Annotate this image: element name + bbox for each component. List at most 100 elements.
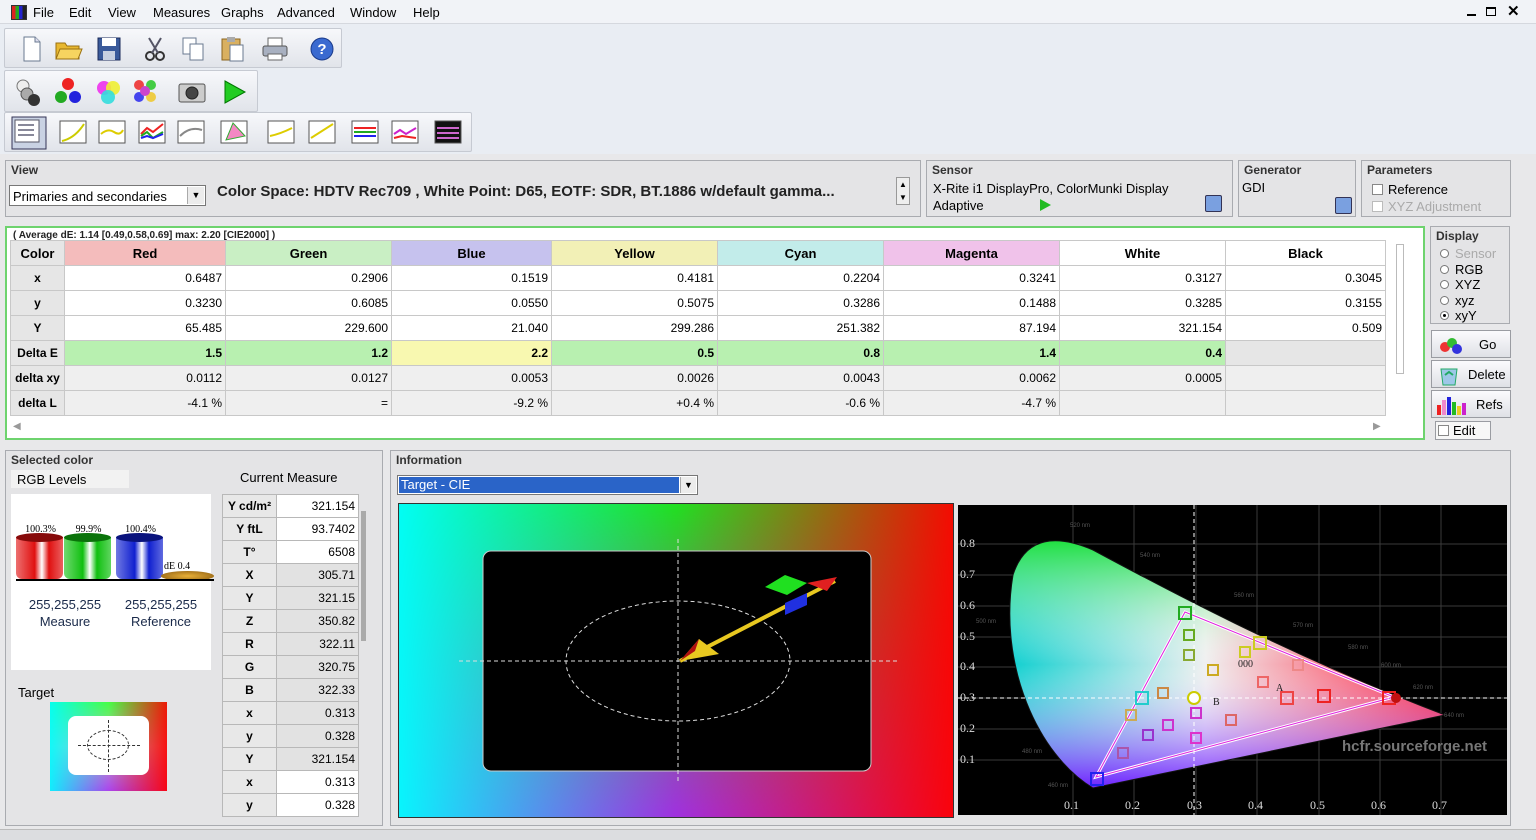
scroll-right-icon[interactable]: ▶ bbox=[1373, 421, 1381, 432]
grayscale-measure-icon[interactable] bbox=[12, 75, 44, 107]
generator-config-icon[interactable] bbox=[1335, 197, 1352, 214]
display-option-xyy[interactable]: xyY bbox=[1440, 308, 1477, 323]
graph-cie-icon[interactable] bbox=[218, 116, 250, 148]
menu-advanced[interactable]: Advanced bbox=[277, 5, 335, 20]
measure-cell[interactable]: 321.154 bbox=[1059, 315, 1226, 341]
measure-cell[interactable]: -4.7 % bbox=[883, 390, 1060, 416]
column-header[interactable]: White bbox=[1059, 240, 1226, 266]
measure-cell[interactable]: 1.5 bbox=[64, 340, 226, 366]
measure-cell[interactable]: 0.3155 bbox=[1225, 290, 1386, 316]
measure-cell[interactable]: 0.3127 bbox=[1059, 265, 1226, 291]
measure-cell[interactable]: -9.2 % bbox=[391, 390, 552, 416]
measure-cell[interactable]: 0.2906 bbox=[225, 265, 392, 291]
graph-saturation-icon[interactable] bbox=[306, 116, 338, 148]
new-file-icon[interactable] bbox=[15, 33, 47, 65]
refs-button[interactable]: Refs bbox=[1431, 390, 1511, 418]
print-icon[interactable] bbox=[259, 33, 291, 65]
measure-cell[interactable]: 0.1488 bbox=[883, 290, 1060, 316]
radio-button[interactable] bbox=[1440, 264, 1449, 274]
view-dropdown[interactable]: Primaries and secondaries ▼ bbox=[9, 185, 206, 206]
menu-help[interactable]: Help bbox=[413, 5, 440, 20]
information-dropdown[interactable]: Target - CIE ▼ bbox=[397, 475, 698, 495]
measure-cell[interactable]: 0.3045 bbox=[1225, 265, 1386, 291]
edit-button[interactable]: Edit bbox=[1435, 421, 1491, 440]
sensor-config-icon[interactable] bbox=[1205, 195, 1222, 212]
measure-cell[interactable]: 87.194 bbox=[883, 315, 1060, 341]
measure-cell[interactable]: 299.286 bbox=[551, 315, 718, 341]
measure-cell[interactable]: 0.0127 bbox=[225, 365, 392, 391]
measure-cell[interactable]: 1.4 bbox=[883, 340, 1060, 366]
column-header[interactable]: Green bbox=[225, 240, 392, 266]
measure-cell[interactable]: 0.4181 bbox=[551, 265, 718, 291]
restore-icon[interactable] bbox=[1486, 7, 1496, 16]
info-spin-buttons[interactable]: ▲ ▼ bbox=[896, 177, 910, 205]
copy-icon[interactable] bbox=[177, 33, 209, 65]
chevron-down-icon[interactable]: ▼ bbox=[187, 187, 204, 204]
display-option-rgb[interactable]: RGB bbox=[1440, 262, 1483, 277]
play-icon[interactable] bbox=[1040, 199, 1051, 211]
measure-cell[interactable] bbox=[1225, 340, 1386, 366]
measure-cell[interactable]: 0.2204 bbox=[717, 265, 884, 291]
paste-icon[interactable] bbox=[216, 33, 248, 65]
measure-cell[interactable]: +0.4 % bbox=[551, 390, 718, 416]
primaries-measure-icon[interactable] bbox=[51, 75, 83, 107]
graph-measures-icon[interactable] bbox=[432, 116, 464, 148]
graph-sat-rgb-icon[interactable] bbox=[349, 116, 381, 148]
measure-cell[interactable]: 0.1519 bbox=[391, 265, 552, 291]
xyz-adjustment-checkbox[interactable]: XYZ Adjustment bbox=[1372, 199, 1481, 214]
measure-cell[interactable]: 65.485 bbox=[64, 315, 226, 341]
measure-cell[interactable]: 0.0043 bbox=[717, 365, 884, 391]
measure-cell[interactable]: 0.4 bbox=[1059, 340, 1226, 366]
menu-view[interactable]: View bbox=[108, 5, 136, 20]
cut-icon[interactable] bbox=[139, 33, 171, 65]
menu-edit[interactable]: Edit bbox=[69, 5, 91, 20]
menu-graphs[interactable]: Graphs bbox=[221, 5, 264, 20]
measure-cell[interactable]: 0.3230 bbox=[64, 290, 226, 316]
measure-cell[interactable]: 0.0005 bbox=[1059, 365, 1226, 391]
measure-cell[interactable]: 0.0062 bbox=[883, 365, 1060, 391]
menu-measures[interactable]: Measures bbox=[153, 5, 210, 20]
radio-button[interactable] bbox=[1440, 295, 1449, 305]
delete-button[interactable]: Delete bbox=[1431, 360, 1511, 388]
measure-cell[interactable]: 0.6487 bbox=[64, 265, 226, 291]
measure-cell[interactable]: 0.5075 bbox=[551, 290, 718, 316]
measure-cell[interactable]: 251.382 bbox=[717, 315, 884, 341]
menu-window[interactable]: Window bbox=[350, 5, 396, 20]
measure-cell[interactable]: 0.5 bbox=[551, 340, 718, 366]
graph-sat-shift-icon[interactable] bbox=[389, 116, 421, 148]
column-header[interactable]: Cyan bbox=[717, 240, 884, 266]
measure-cell[interactable]: 0.3285 bbox=[1059, 290, 1226, 316]
radio-button[interactable] bbox=[1440, 280, 1449, 289]
measure-cell[interactable] bbox=[1059, 390, 1226, 416]
measure-cell[interactable]: 0.509 bbox=[1225, 315, 1386, 341]
measure-cell[interactable] bbox=[1225, 390, 1386, 416]
measure-cell[interactable]: -0.6 % bbox=[717, 390, 884, 416]
display-option-sensor[interactable]: Sensor bbox=[1440, 246, 1496, 261]
reference-checkbox[interactable]: Reference bbox=[1372, 182, 1448, 197]
open-folder-icon[interactable] bbox=[52, 33, 84, 65]
column-header[interactable]: Black bbox=[1225, 240, 1386, 266]
measure-cell[interactable]: 0.6085 bbox=[225, 290, 392, 316]
help-icon[interactable]: ? bbox=[306, 33, 338, 65]
column-header[interactable]: Blue bbox=[391, 240, 552, 266]
column-header[interactable]: Magenta bbox=[883, 240, 1060, 266]
measure-cell[interactable]: 0.0053 bbox=[391, 365, 552, 391]
camera-icon[interactable] bbox=[175, 75, 207, 107]
view-data-icon[interactable] bbox=[11, 116, 47, 150]
measure-cell[interactable]: 0.3286 bbox=[717, 290, 884, 316]
measure-cell[interactable]: = bbox=[225, 390, 392, 416]
save-icon[interactable] bbox=[93, 33, 125, 65]
minimize-icon[interactable] bbox=[1467, 14, 1476, 16]
display-option-xyz[interactable]: xyz bbox=[1440, 293, 1475, 308]
measures-vscroll[interactable] bbox=[1396, 244, 1404, 374]
colorchecker-measure-icon[interactable] bbox=[129, 75, 161, 107]
menu-file[interactable]: File bbox=[33, 5, 54, 20]
graph-deltae-icon[interactable] bbox=[265, 116, 297, 148]
measure-cell[interactable]: 0.8 bbox=[717, 340, 884, 366]
measure-cell[interactable]: 229.600 bbox=[225, 315, 392, 341]
column-header[interactable]: Red bbox=[64, 240, 226, 266]
measure-cell[interactable]: 0.3241 bbox=[883, 265, 1060, 291]
column-header[interactable]: Yellow bbox=[551, 240, 718, 266]
play-icon[interactable] bbox=[217, 75, 249, 107]
measure-cell[interactable]: 21.040 bbox=[391, 315, 552, 341]
